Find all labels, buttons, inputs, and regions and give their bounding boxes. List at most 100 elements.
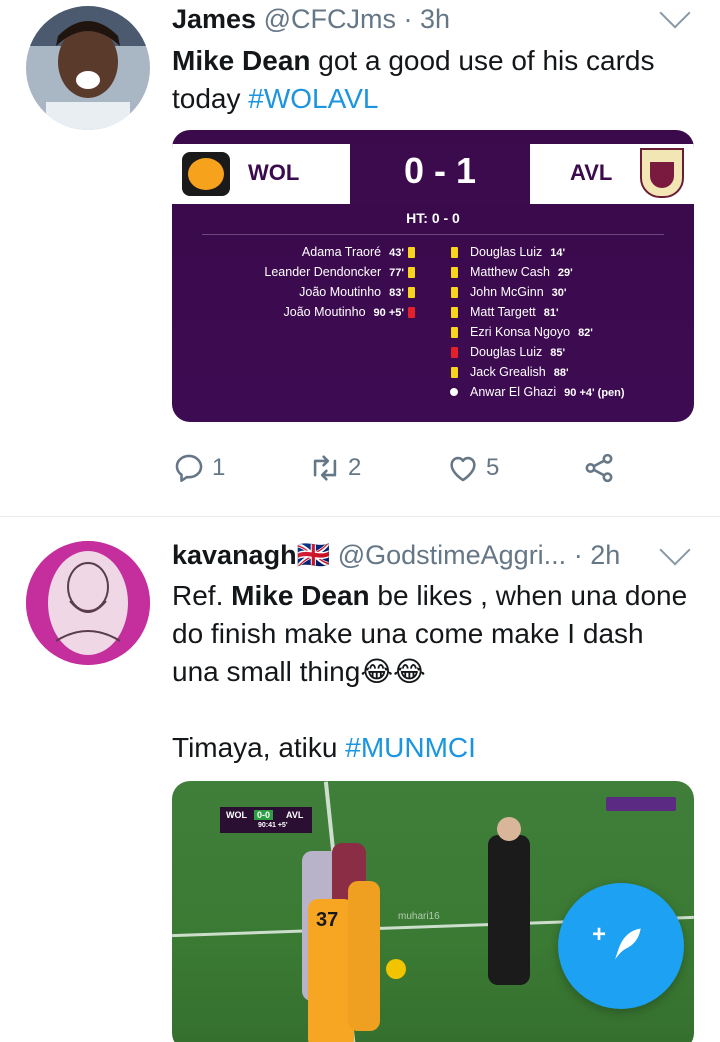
broadcaster-logo (606, 797, 676, 811)
home-event-row: Adama Traoré 43' (302, 242, 404, 263)
reply-icon (175, 454, 203, 483)
event-minute: 82' (578, 327, 593, 339)
mention-text: Mike Dean (231, 580, 370, 611)
timestamp[interactable]: 3h (420, 4, 450, 34)
event-minute: 30' (551, 287, 567, 299)
like-count: 5 (486, 454, 500, 481)
ball-icon (386, 959, 406, 979)
separator: · (403, 4, 413, 34)
like-icon (450, 456, 476, 482)
tv-away: AVL (286, 810, 304, 820)
event-minute: 88' (553, 367, 569, 379)
home-event-row: João Moutinho 83' (299, 282, 404, 303)
user-handle[interactable]: @CFCJms (264, 4, 396, 34)
mention-text: Mike Dean (172, 45, 311, 76)
shirt-number: 37 (316, 909, 339, 931)
tweet-1[interactable]: James @CFCJms · 3h Mike Dean got a good … (0, 0, 720, 516)
avatar-james[interactable] (26, 6, 150, 130)
away-event-row: Douglas Luiz 85' (470, 342, 565, 363)
avatar-kavanagh[interactable] (26, 541, 150, 665)
event-minute: 43' (389, 247, 404, 259)
reply-count: 1 (212, 454, 226, 481)
timestamp[interactable]: 2h (590, 540, 620, 570)
yellow-card-icon (451, 367, 458, 378)
away-event-row: John McGinn 30' (470, 282, 567, 303)
away-event-row: Anwar El Ghazi 90 +4' (pen) (470, 382, 625, 403)
separator: · (573, 540, 583, 570)
referee-head (497, 817, 521, 841)
event-minute: 83' (389, 287, 404, 299)
yellow-card-icon (451, 307, 458, 318)
halftime-score: HT: 0 - 0 (406, 210, 460, 226)
event-player: Matthew Cash (470, 265, 550, 279)
event-minute: 81' (543, 307, 559, 319)
away-event-row: Ezri Konsa Ngoyo 82' (470, 322, 593, 343)
home-event-row: João Moutinho 90 +5' (284, 302, 404, 323)
goal-ball-icon (448, 386, 460, 398)
scoreboard-image[interactable]: WOL 0 - 1 AVL HT: 0 - 0 Adama Traoré 43' L… (172, 130, 694, 422)
tv-home: WOL (226, 810, 247, 820)
like-button[interactable]: 5 (446, 448, 499, 488)
event-minute: 90 +5' (373, 307, 404, 319)
compose-tweet-button[interactable]: + (558, 883, 684, 1009)
event-minute: 29' (557, 267, 573, 279)
reply-button[interactable]: 1 (172, 448, 225, 488)
scoreline: 0 - 1 (403, 150, 477, 191)
event-player: Adama Traoré (301, 245, 382, 259)
event-player: Douglas Luiz (470, 345, 543, 359)
player-wolves (348, 881, 380, 1031)
event-minute: 90 +4' (pen) (564, 387, 625, 399)
display-name[interactable]: kavanagh🇬🇧 (172, 540, 330, 570)
event-player: John McGinn (470, 285, 544, 299)
red-card-icon (451, 347, 458, 358)
caret-down-icon[interactable] (659, 534, 691, 566)
display-name[interactable]: James (172, 4, 256, 34)
yellow-card-icon (408, 287, 415, 298)
away-team: AVL (570, 160, 613, 185)
yellow-card-icon (408, 267, 415, 278)
tweet-header: kavanagh🇬🇧 @GodstimeAggri... · 2h (172, 539, 620, 575)
tweet-prefix: Ref. (172, 580, 232, 611)
tv-clock: 90:41 +5' (258, 822, 288, 829)
event-player: Leander Dendoncker (264, 265, 382, 279)
away-event-row: Douglas Luiz 14' (470, 242, 565, 263)
villa-crest-icon (640, 148, 684, 198)
hashtag-link[interactable]: #MUNMCI (345, 732, 476, 763)
tweet-header: James @CFCJms · 3h (172, 4, 450, 40)
caret-down-icon[interactable] (659, 0, 691, 29)
wolves-crest-icon (182, 152, 230, 196)
share-button[interactable] (582, 448, 616, 488)
event-player: João Moutinho (283, 305, 366, 319)
event-player: João Moutinho (299, 285, 382, 299)
yellow-card-icon (451, 327, 458, 338)
event-player: Matt Targett (470, 305, 536, 319)
event-player: Ezri Konsa Ngoyo (470, 325, 571, 339)
yellow-card-icon (451, 287, 458, 298)
yellow-card-icon (451, 267, 458, 278)
event-player: Douglas Luiz (470, 245, 543, 259)
red-card-icon (408, 307, 415, 318)
compose-tweet-icon (615, 928, 641, 960)
event-player: Anwar El Ghazi (470, 385, 557, 399)
away-event-row: Jack Grealish 88' (470, 362, 569, 383)
divider-line (202, 234, 664, 235)
watermark: muhari16 (398, 911, 440, 922)
tweet-text-line2: Timaya, atiku #MUNMCI (172, 729, 690, 767)
retweet-icon (313, 455, 337, 481)
tweet-actions: 1 2 5 (172, 448, 642, 488)
home-event-row: Leander Dendoncker 77' (264, 262, 404, 283)
yellow-card-icon (451, 247, 458, 258)
event-minute: 85' (550, 347, 566, 359)
tv-scoreboard: WOL 0-0 AVL 90:41 +5' (220, 807, 312, 833)
referee (488, 835, 530, 985)
hashtag-link[interactable]: #WOLAVL (248, 83, 378, 114)
away-event-row: Matthew Cash 29' (470, 262, 573, 283)
user-handle[interactable]: @GodstimeAggri... (338, 540, 567, 570)
retweet-button[interactable]: 2 (308, 448, 361, 488)
event-player: Jack Grealish (470, 365, 546, 379)
retweet-count: 2 (348, 454, 362, 481)
away-event-row: Matt Targett 81' (470, 302, 559, 323)
tweet-body-2: Timaya, atiku (172, 732, 346, 763)
event-minute: 77' (389, 267, 404, 279)
event-minute: 14' (550, 247, 566, 259)
